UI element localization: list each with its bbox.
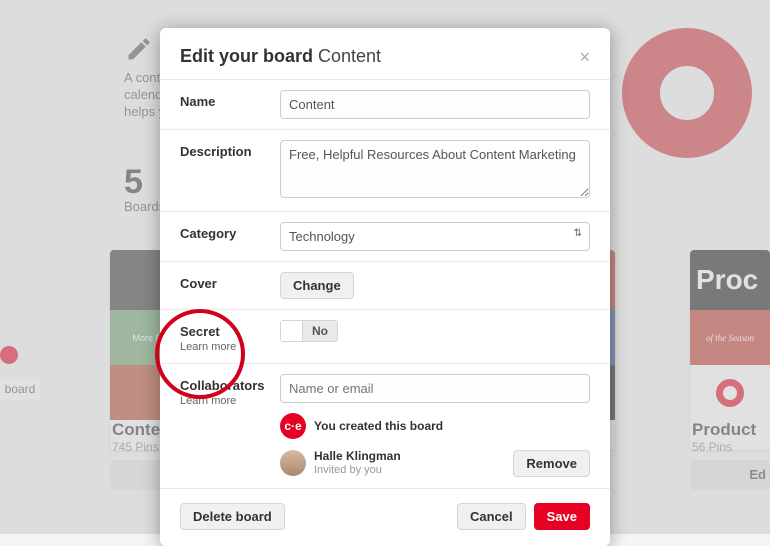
row-cover: Cover Change [160, 261, 610, 309]
modal-title-bold: Edit your board [180, 46, 313, 66]
row-collaborators: Collaborators Learn more c·e You created… [160, 363, 610, 488]
row-secret: Secret Learn more No [160, 309, 610, 363]
remove-collaborator-button[interactable]: Remove [513, 450, 590, 477]
edit-board-modal: Edit your board Content × Name Descripti… [160, 28, 610, 546]
delete-board-button[interactable]: Delete board [180, 503, 285, 530]
toggle-state: No [303, 324, 337, 338]
row-description: Description [160, 129, 610, 211]
avatar [280, 450, 306, 476]
modal-title-rest: Content [313, 46, 381, 66]
modal-title: Edit your board Content [180, 46, 381, 67]
collaborator-person: Halle Klingman Invited by you Remove [280, 449, 590, 478]
secret-toggle[interactable]: No [280, 320, 338, 342]
collaborator-sub: Invited by you [314, 464, 505, 478]
label-collaborators-sub[interactable]: Learn more [180, 395, 280, 407]
collaborator-input[interactable] [280, 374, 590, 403]
save-button[interactable]: Save [534, 503, 590, 530]
cancel-button[interactable]: Cancel [457, 503, 526, 530]
change-cover-button[interactable]: Change [280, 272, 354, 299]
collaborator-you: c·e You created this board [280, 413, 590, 439]
label-category: Category [180, 222, 280, 241]
close-icon[interactable]: × [579, 48, 590, 66]
modal-header: Edit your board Content × [160, 46, 610, 79]
label-collaborators-text: Collaborators [180, 378, 265, 393]
row-name: Name [160, 79, 610, 129]
toggle-knob [281, 321, 303, 341]
description-input[interactable] [280, 140, 590, 198]
name-input[interactable] [280, 90, 590, 119]
collaborator-name: Halle Klingman [314, 449, 401, 463]
label-name: Name [180, 90, 280, 109]
label-secret-sub[interactable]: Learn more [180, 341, 280, 353]
avatar: c·e [280, 413, 306, 439]
label-collaborators: Collaborators Learn more [180, 374, 280, 407]
collaborator-you-text: You created this board [314, 419, 443, 433]
label-secret-text: Secret [180, 324, 220, 339]
label-cover: Cover [180, 272, 280, 291]
modal-footer: Delete board Cancel Save [160, 488, 610, 530]
label-secret: Secret Learn more [180, 320, 280, 353]
row-category: Category Technology [160, 211, 610, 261]
category-select[interactable]: Technology [280, 222, 590, 251]
label-description: Description [180, 140, 280, 159]
